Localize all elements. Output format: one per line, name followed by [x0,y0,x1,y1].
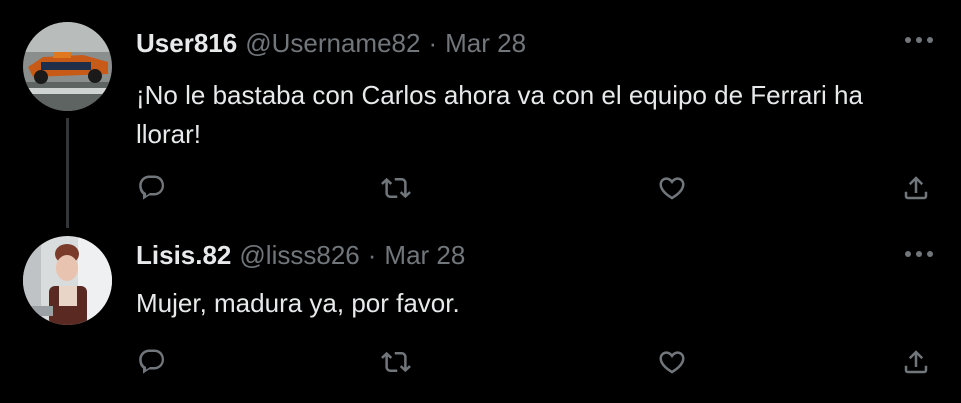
tweet-date[interactable]: Mar 28 [384,240,465,271]
retweet-button[interactable] [376,168,416,208]
more-horizontal-icon[interactable] [899,242,939,266]
display-name[interactable]: Lisis.82 [136,240,231,271]
tweet-text: Mujer, madura ya, por favor. [136,288,460,318]
thread-line [66,118,69,228]
reply-icon [139,175,165,200]
tweet-date[interactable]: Mar 28 [445,28,526,59]
retweet-icon [381,177,411,199]
tweet[interactable]: User816 @Username82 · Mar 28 ¡No le bast… [0,0,961,228]
tweet-text: ¡No le bastaba con Carlos ahora va con e… [136,80,863,149]
like-button[interactable] [652,342,692,382]
share-icon [904,176,928,200]
tweet-header: User816 @Username82 · Mar 28 [136,28,526,60]
like-button[interactable] [652,168,692,208]
share-icon [904,350,928,374]
avatar[interactable] [23,236,112,325]
tweet-header: Lisis.82 @lisss826 · Mar 28 [136,240,465,272]
share-button[interactable] [896,342,936,382]
share-button[interactable] [896,168,936,208]
separator-dot: · [367,240,377,270]
avatar[interactable] [23,22,112,111]
reply-button[interactable] [132,168,172,208]
more-horizontal-icon[interactable] [899,28,939,52]
heart-icon [659,351,685,374]
tweet-actions [132,342,938,382]
woman-portrait-avatar-image [23,236,112,325]
tweet-actions [132,168,938,208]
display-name[interactable]: User816 [136,28,237,59]
user-handle[interactable]: @Username82 [245,28,420,59]
retweet-button[interactable] [376,342,416,382]
user-handle[interactable]: @lisss826 [239,240,359,271]
reply-button[interactable] [132,342,172,382]
tweet[interactable]: Lisis.82 @lisss826 · Mar 28 Mujer, madur… [0,228,961,403]
reply-icon [139,349,165,374]
race-car-avatar-image [23,22,112,111]
retweet-icon [381,351,411,373]
separator-dot: · [428,28,438,58]
heart-icon [659,177,685,200]
